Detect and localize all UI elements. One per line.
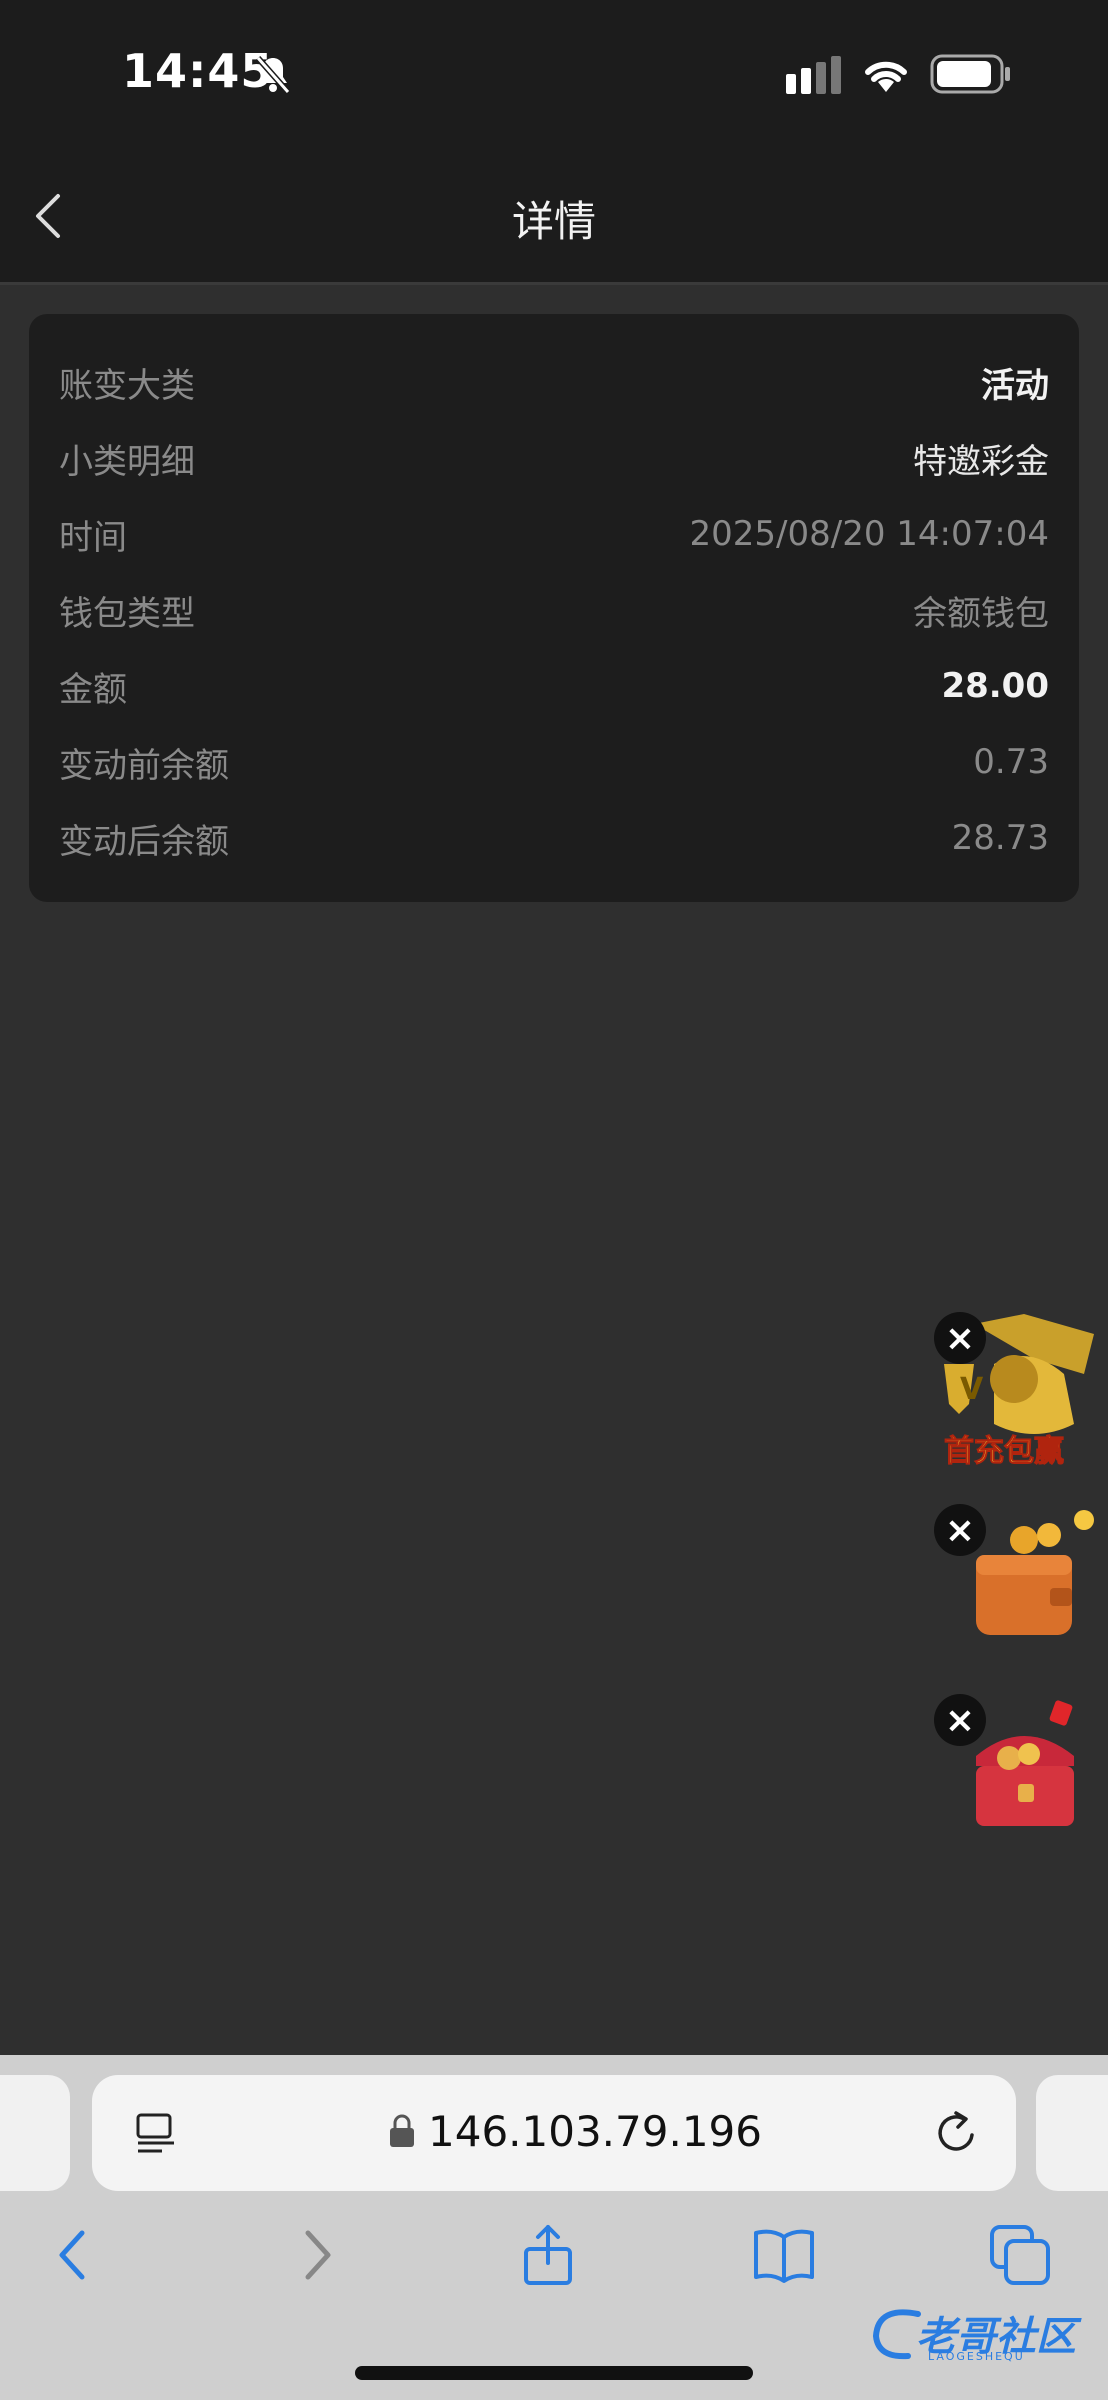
- detail-label: 小类明细: [59, 441, 195, 482]
- detail-label: 钱包类型: [59, 593, 195, 634]
- forward-icon[interactable]: [284, 2223, 348, 2287]
- close-icon[interactable]: ×: [934, 1504, 986, 1556]
- share-icon[interactable]: [516, 2223, 580, 2287]
- detail-value: 28.73: [951, 818, 1049, 858]
- detail-row-balance-after: 变动后余额 28.73: [59, 800, 1049, 876]
- promo-first-deposit[interactable]: V 首充包赢 ×: [934, 1304, 1104, 1474]
- promo-treasure-chest[interactable]: ×: [934, 1690, 1104, 1840]
- reload-icon[interactable]: [934, 2109, 980, 2157]
- detail-value: 特邀彩金: [913, 441, 1049, 482]
- detail-value: 活动: [981, 365, 1049, 406]
- tabs-icon[interactable]: [988, 2223, 1052, 2287]
- svg-text:V: V: [960, 1372, 984, 1407]
- previous-tab-preview[interactable]: [0, 2075, 70, 2191]
- watermark-logo: 老哥社区 LAOGESHEQU: [868, 2300, 1098, 2364]
- detail-row-subcategory: 小类明细 特邀彩金: [59, 420, 1049, 496]
- detail-row-time: 时间 2025/08/20 14:07:04: [59, 496, 1049, 572]
- promo-wallet[interactable]: ×: [934, 1500, 1104, 1650]
- detail-label: 时间: [59, 517, 127, 558]
- detail-row-balance-before: 变动前余额 0.73: [59, 724, 1049, 800]
- detail-row-wallet-type: 钱包类型 余额钱包: [59, 572, 1049, 648]
- cellular-signal-icon: [786, 56, 841, 94]
- detail-label: 变动前余额: [59, 745, 229, 786]
- nav-bar: 详情: [0, 150, 1108, 285]
- status-bar: 14:45: [0, 0, 1108, 150]
- address-bar[interactable]: 146.103.79.196: [92, 2075, 1016, 2191]
- home-indicator[interactable]: [355, 2366, 753, 2380]
- detail-label: 账变大类: [59, 365, 195, 406]
- wifi-icon: [865, 61, 907, 92]
- battery-icon: [930, 54, 1010, 94]
- promo-label: 首充包赢: [944, 1434, 1065, 1470]
- detail-value: 2025/08/20 14:07:04: [689, 514, 1049, 554]
- bookmarks-icon[interactable]: [752, 2223, 816, 2287]
- bell-slash-icon: [255, 56, 291, 94]
- close-icon[interactable]: ×: [934, 1694, 986, 1746]
- page-menu-icon[interactable]: [134, 2111, 178, 2155]
- back-icon[interactable]: [42, 2223, 106, 2287]
- next-tab-preview[interactable]: [1036, 2075, 1108, 2191]
- detail-value: 余额钱包: [913, 593, 1049, 634]
- lock-icon: [390, 2114, 414, 2147]
- detail-value: 28.00: [941, 666, 1049, 706]
- detail-label: 金额: [59, 669, 127, 710]
- detail-row-amount: 金额 28.00: [59, 648, 1049, 724]
- page-title: 详情: [511, 197, 596, 246]
- status-time: 14:45: [122, 44, 274, 98]
- transaction-detail-card: 账变大类 活动 小类明细 特邀彩金 时间 2025/08/20 14:07:04…: [29, 314, 1079, 902]
- detail-row-category: 账变大类 活动: [59, 344, 1049, 420]
- close-icon[interactable]: ×: [934, 1312, 986, 1364]
- url-text: 146.103.79.196: [428, 2107, 762, 2156]
- watermark-subtext: LAOGESHEQU: [928, 2350, 1025, 2363]
- detail-label: 变动后余额: [59, 821, 229, 862]
- detail-value: 0.73: [973, 742, 1049, 782]
